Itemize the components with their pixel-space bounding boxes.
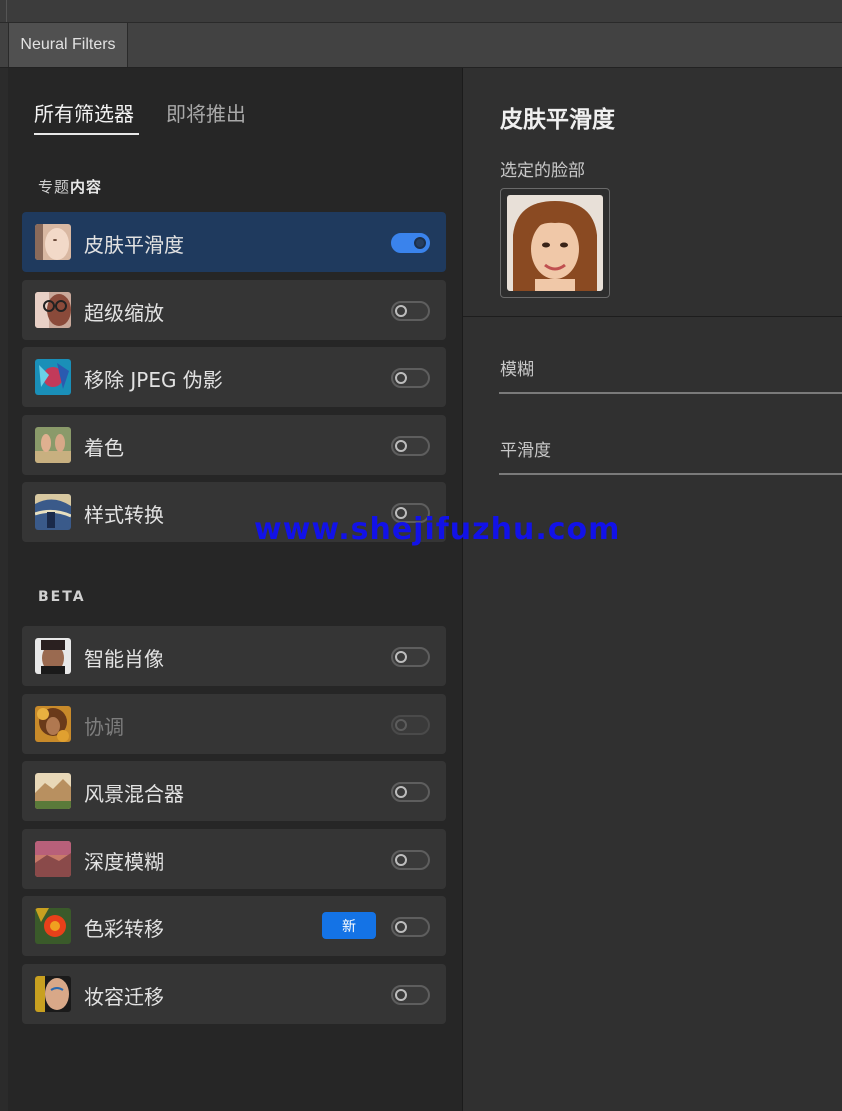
- section-featured-prefix: 专题: [38, 178, 71, 196]
- toggle-knob: [395, 305, 407, 317]
- filter-toggle[interactable]: [391, 782, 430, 802]
- toggle-knob: [395, 372, 407, 384]
- filter-toggle[interactable]: [391, 301, 430, 321]
- filter-item-makeup-transfer[interactable]: 妆容迁移: [22, 964, 446, 1024]
- filter-item-colorize[interactable]: 着色: [22, 415, 446, 475]
- harmonization-thumb-icon: [35, 706, 71, 742]
- filter-item-harmonization[interactable]: 协调: [22, 694, 446, 754]
- filter-item-landscape-mixer[interactable]: 风景混合器: [22, 761, 446, 821]
- toggle-knob: [395, 786, 407, 798]
- toggle-knob: [395, 921, 407, 933]
- jpeg-artifacts-thumb-icon: [35, 359, 71, 395]
- toggle-knob: [395, 989, 407, 1001]
- tab-coming-soon[interactable]: 即将推出: [166, 98, 246, 127]
- active-tab-underline: [34, 133, 139, 135]
- selected-face-thumbnail[interactable]: [500, 188, 610, 298]
- depth-blur-thumb-icon: [35, 841, 71, 877]
- filter-item-jpeg-artifacts[interactable]: 移除 JPEG 伪影: [22, 347, 446, 407]
- detail-divider: [463, 316, 842, 317]
- filter-toggle[interactable]: [391, 647, 430, 667]
- filter-item-label: 样式转换: [84, 503, 164, 527]
- super-zoom-thumb-icon: [35, 292, 71, 328]
- filter-toggle[interactable]: [391, 917, 430, 937]
- tab-all-filters-label: 所有筛选器: [34, 102, 134, 126]
- skin-smoothing-thumb-icon: [35, 224, 71, 260]
- section-featured-bold: 内容: [70, 178, 103, 196]
- toggle-knob: [395, 651, 407, 663]
- makeup-transfer-thumb-icon: [35, 976, 71, 1012]
- window-top-strip: [0, 0, 842, 23]
- filter-item-label: 移除 JPEG 伪影: [84, 368, 223, 392]
- slider-blur-label: 模糊: [500, 360, 534, 380]
- filter-item-label: 着色: [84, 436, 124, 460]
- new-badge: 新: [322, 912, 376, 939]
- filter-item-super-zoom[interactable]: 超级缩放: [22, 280, 446, 340]
- filter-item-label: 超级缩放: [84, 301, 164, 325]
- filter-item-label: 风景混合器: [84, 782, 184, 806]
- toggle-knob: [414, 237, 426, 249]
- toggle-knob: [395, 854, 407, 866]
- panel-tab-bar: Neural Filters: [0, 23, 842, 68]
- filter-item-label: 妆容迁移: [84, 985, 164, 1009]
- filter-toggle[interactable]: [391, 715, 430, 735]
- slider-smoothness-track[interactable]: [499, 473, 842, 475]
- face-portrait-image: [507, 195, 603, 291]
- filter-item-label: 智能肖像: [84, 647, 164, 671]
- filter-item-label: 色彩转移: [84, 917, 164, 941]
- style-transfer-thumb-icon: [35, 494, 71, 530]
- tab-all-filters[interactable]: 所有筛选器: [34, 98, 139, 135]
- filter-item-smart-portrait[interactable]: 智能肖像: [22, 626, 446, 686]
- filter-list-panel: 所有筛选器 即将推出 专题内容 皮肤平滑度 超级缩放 移除 JPEG 伪影 着色: [8, 68, 463, 1111]
- filter-detail-panel: 皮肤平滑度 选定的脸部 模糊 平滑度: [463, 68, 842, 1111]
- filter-item-color-transfer[interactable]: 色彩转移 新: [22, 896, 446, 956]
- color-transfer-thumb-icon: [35, 908, 71, 944]
- landscape-mixer-thumb-icon: [35, 773, 71, 809]
- filter-toggle[interactable]: [391, 985, 430, 1005]
- filter-item-label: 深度模糊: [84, 850, 164, 874]
- filter-item-label: 协调: [84, 715, 124, 739]
- filter-item-label: 皮肤平滑度: [84, 233, 184, 257]
- filter-toggle[interactable]: [391, 233, 430, 253]
- filter-item-skin-smoothing[interactable]: 皮肤平滑度: [22, 212, 446, 272]
- smart-portrait-thumb-icon: [35, 638, 71, 674]
- filter-toggle[interactable]: [391, 850, 430, 870]
- toggle-knob: [395, 719, 407, 731]
- filter-toggle[interactable]: [391, 436, 430, 456]
- slider-blur-track[interactable]: [499, 392, 842, 394]
- section-featured-title: 专题内容: [38, 176, 102, 197]
- section-beta-title: BETA: [38, 589, 86, 605]
- watermark-text: www.shejifuzhu.com: [254, 512, 621, 547]
- tab-neural-filters[interactable]: Neural Filters: [8, 23, 128, 67]
- selected-face-label: 选定的脸部: [500, 161, 585, 181]
- filter-item-depth-blur[interactable]: 深度模糊: [22, 829, 446, 889]
- toggle-knob: [395, 440, 407, 452]
- colorize-thumb-icon: [35, 427, 71, 463]
- detail-title: 皮肤平滑度: [500, 107, 615, 133]
- filter-toggle[interactable]: [391, 368, 430, 388]
- slider-smoothness-label: 平滑度: [500, 441, 551, 461]
